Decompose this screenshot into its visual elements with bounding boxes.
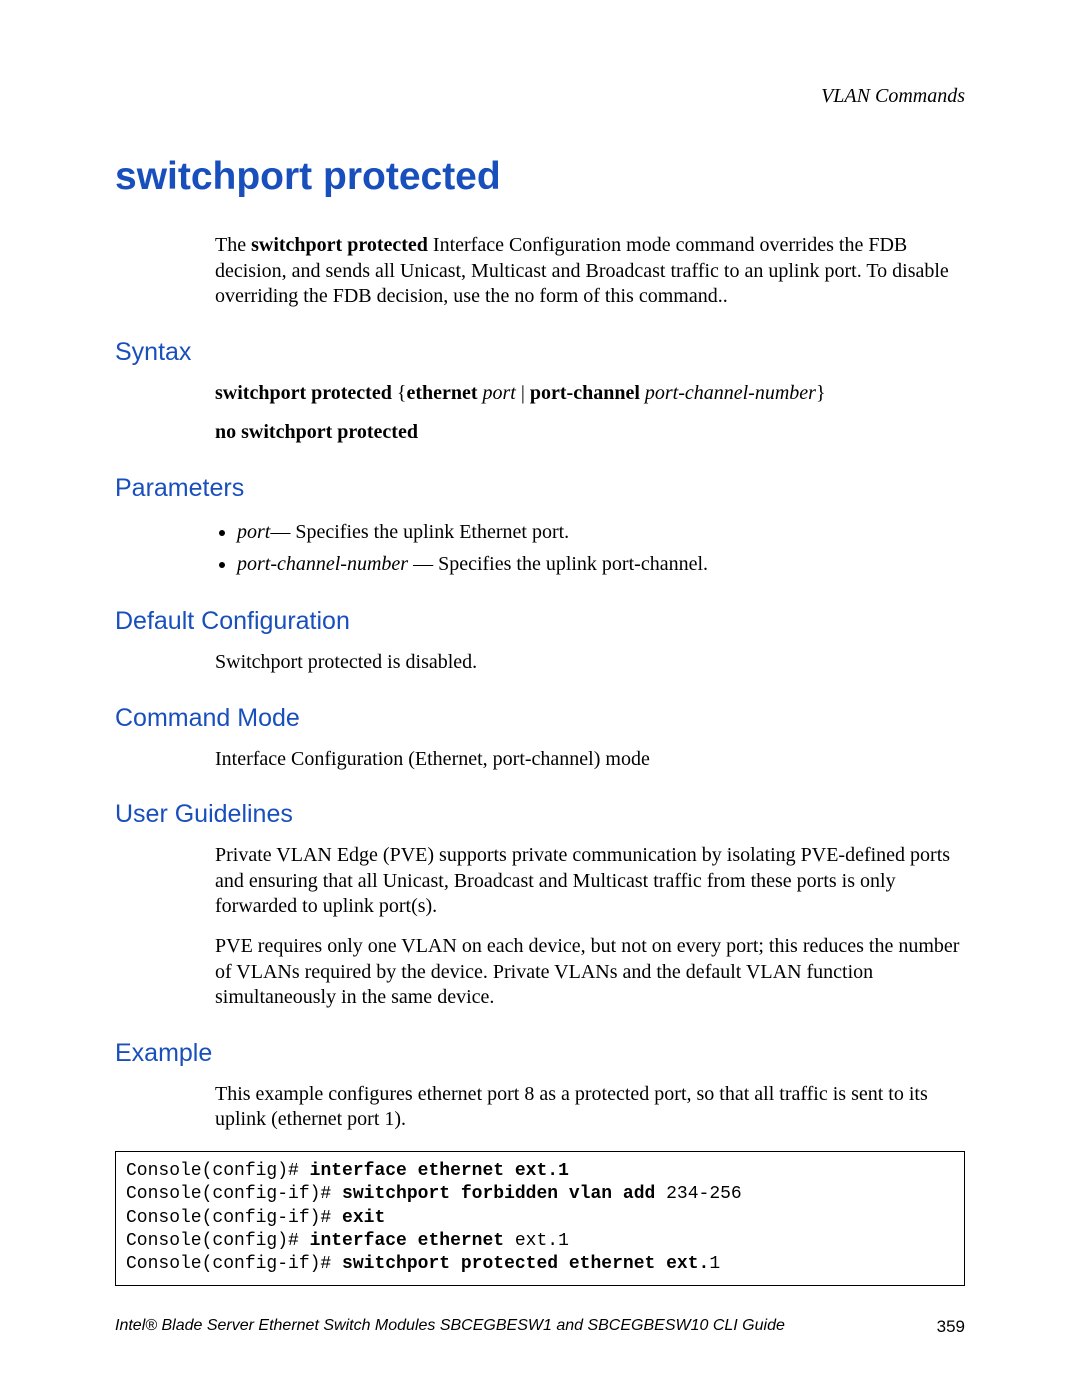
code-cmd: interface ethernet ext.1 [310, 1161, 569, 1181]
code-cmd: switchport forbidden vlan add [342, 1184, 666, 1204]
list-item: port— Specifies the uplink Ethernet port… [237, 517, 965, 547]
page-footer: Intel® Blade Server Ethernet Switch Modu… [115, 1317, 965, 1337]
code-line: Console(config-if)# switchport protected… [126, 1253, 954, 1276]
command-mode-text: Interface Configuration (Ethernet, port-… [215, 747, 965, 773]
page: VLAN Commands switchport protected The s… [0, 0, 1080, 1397]
parameters-body: port— Specifies the uplink Ethernet port… [215, 517, 965, 579]
footer-left: Intel® Blade Server Ethernet Switch Modu… [115, 1317, 785, 1337]
user-guidelines-p1: Private VLAN Edge (PVE) supports private… [215, 843, 965, 920]
user-guidelines-heading: User Guidelines [115, 800, 965, 829]
intro-pre: The [215, 234, 251, 256]
code-prompt: Console(config-if)# [126, 1254, 342, 1274]
page-title: switchport protected [115, 155, 965, 199]
syntax-line-2: no switchport protected [215, 420, 965, 446]
user-guidelines-p2: PVE requires only one VLAN on each devic… [215, 934, 965, 1011]
syntax-line-1: switchport protected {ethernet port | po… [215, 381, 965, 407]
example-intro: This example configures ethernet port 8 … [215, 1082, 965, 1133]
param-term: port [237, 521, 270, 543]
code-cmd: switchport protected ethernet ext. [342, 1254, 709, 1274]
syntax-arg-pcnum: port-channel-number [645, 382, 816, 404]
code-line: Console(config-if)# exit [126, 1207, 954, 1230]
syntax-kw-portchannel: port-channel [530, 382, 640, 404]
code-line: Console(config)# interface ethernet ext.… [126, 1230, 954, 1253]
code-line: Console(config)# interface ethernet ext.… [126, 1160, 954, 1183]
code-cmd: interface ethernet [310, 1231, 515, 1251]
code-arg: 1 [709, 1254, 720, 1274]
default-config-body: Switchport protected is disabled. [215, 650, 965, 676]
param-term: port-channel-number [237, 553, 408, 575]
code-arg: ext.1 [515, 1231, 569, 1251]
parameters-list: port— Specifies the uplink Ethernet port… [237, 517, 965, 579]
default-config-heading: Default Configuration [115, 607, 965, 636]
footer-page-number: 359 [937, 1317, 965, 1337]
syntax-kw-ethernet: ethernet [406, 382, 477, 404]
code-prompt: Console(config)# [126, 1231, 310, 1251]
code-line: Console(config-if)# switchport forbidden… [126, 1183, 954, 1206]
list-item: port-channel-number — Specifies the upli… [237, 549, 965, 579]
syntax-pipe: | [516, 382, 530, 404]
command-mode-heading: Command Mode [115, 704, 965, 733]
code-arg: 234-256 [666, 1184, 742, 1204]
example-body: This example configures ethernet port 8 … [215, 1082, 965, 1133]
param-desc: — Specifies the uplink Ethernet port. [270, 521, 569, 543]
intro-paragraph: The switchport protected Interface Confi… [215, 233, 965, 310]
syntax-brace-close: } [816, 382, 826, 404]
running-header: VLAN Commands [821, 85, 965, 108]
syntax-heading: Syntax [115, 338, 965, 367]
syntax-cmd: switchport protected [215, 382, 392, 404]
code-cmd: exit [342, 1208, 385, 1228]
syntax-brace-open: { [392, 382, 407, 404]
user-guidelines-body: Private VLAN Edge (PVE) supports private… [215, 843, 965, 1011]
example-code-box: Console(config)# interface ethernet ext.… [115, 1151, 965, 1286]
command-mode-body: Interface Configuration (Ethernet, port-… [215, 747, 965, 773]
syntax-body: switchport protected {ethernet port | po… [215, 381, 965, 446]
param-desc: — Specifies the uplink port-channel. [408, 553, 708, 575]
code-prompt: Console(config)# [126, 1161, 310, 1181]
parameters-heading: Parameters [115, 474, 965, 503]
syntax-arg-port: port [483, 382, 516, 404]
code-prompt: Console(config-if)# [126, 1184, 342, 1204]
example-heading: Example [115, 1039, 965, 1068]
code-prompt: Console(config-if)# [126, 1208, 342, 1228]
default-config-text: Switchport protected is disabled. [215, 650, 965, 676]
intro-bold: switchport protected [251, 234, 428, 256]
